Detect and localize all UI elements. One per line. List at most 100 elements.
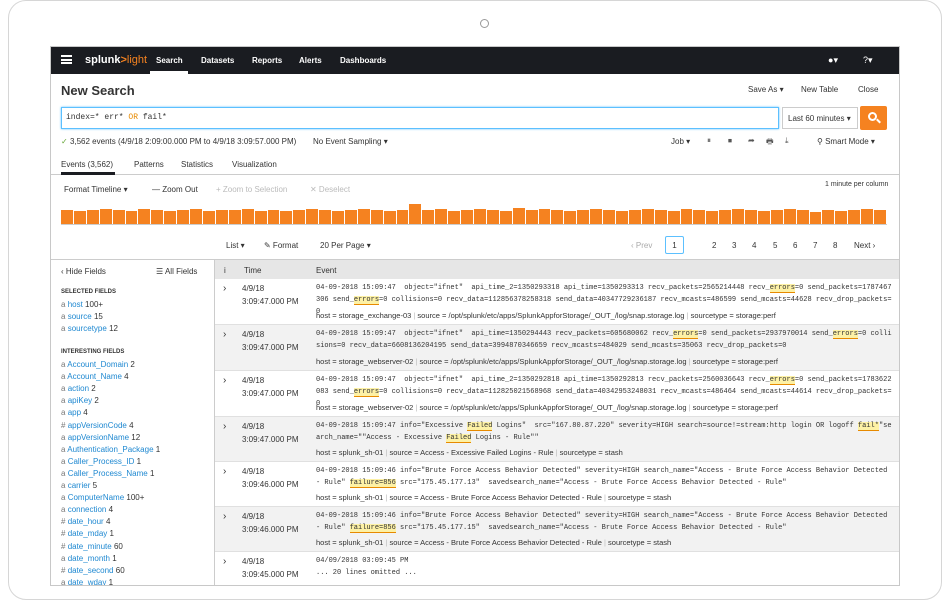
page-5-button[interactable]: 5 [773,241,777,250]
field-item[interactable]: a apiKey 2 [61,396,99,405]
timeline-bar[interactable] [306,209,319,224]
menu-icon[interactable] [61,55,72,64]
timeline-bar[interactable] [461,210,473,224]
timeline-bar[interactable] [693,210,706,224]
host-value[interactable]: splunk_sh-01 [339,493,384,502]
field-item[interactable]: # date_minute 60 [61,542,123,551]
timeline-bar[interactable] [448,211,461,224]
print-icon[interactable]: 🖶 [766,136,774,150]
nav-dashboards[interactable]: Dashboards [340,56,386,65]
timeline-bar[interactable] [628,210,641,224]
field-item[interactable]: # date_mday 1 [61,529,114,538]
search-input[interactable]: index=* err* OR fail* [61,107,779,129]
timeline-bar[interactable] [370,210,383,224]
timeline-bar[interactable] [564,211,577,224]
timeline-bar[interactable] [396,210,409,224]
expand-chevron-icon[interactable]: › [223,556,226,567]
format-button[interactable]: ✎ Format [264,241,298,250]
timeline-bar[interactable] [177,210,190,224]
event-row[interactable]: › 4/9/18 3:09:46.000 PM 04-09-2018 15:09:46… [215,462,899,507]
timeline-bar[interactable] [241,209,254,224]
tab-visualization[interactable]: Visualization [232,160,277,169]
event-timeline[interactable] [61,197,887,225]
user-menu[interactable]: ●▾ [828,55,838,66]
time-column-header[interactable]: Time [244,266,261,275]
expand-chevron-icon[interactable]: › [223,466,226,477]
timeline-bar[interactable] [280,211,293,224]
timeline-bar[interactable] [667,211,680,224]
timeline-bar[interactable] [719,210,732,224]
page-1-button[interactable]: 1 [665,236,684,254]
expand-chevron-icon[interactable]: › [223,421,226,432]
nav-reports[interactable]: Reports [252,56,282,65]
timeline-bar[interactable] [138,209,151,224]
expand-chevron-icon[interactable]: › [223,283,226,294]
nav-search[interactable]: Search [156,56,183,65]
list-view-dropdown[interactable]: List ▾ [226,241,245,250]
sourcetype-value[interactable]: stash [653,538,671,547]
event-raw-text[interactable]: 04/09/2018 03:09:45 PM ... 20 lines omit… [316,555,894,579]
field-item[interactable]: a date_month 1 [61,554,117,563]
timeline-bar[interactable] [125,211,138,224]
tab-patterns[interactable]: Patterns [134,160,164,169]
host-value[interactable]: splunk_sh-01 [339,448,384,457]
timeline-bar[interactable] [770,210,783,224]
timeline-bar[interactable] [190,209,202,224]
nav-datasets[interactable]: Datasets [201,56,234,65]
search-button[interactable] [860,106,887,130]
source-value[interactable]: /opt/splunk/etc/apps/SplunkAppforStorage… [449,311,685,320]
sourcetype-value[interactable]: storage:perf [736,311,776,320]
page-3-button[interactable]: 3 [732,241,736,250]
timeline-bar[interactable] [409,204,422,224]
expand-chevron-icon[interactable]: › [223,511,226,522]
timeline-bar[interactable] [254,211,267,224]
all-fields-button[interactable]: ☰ All Fields [156,267,197,276]
timeline-bar[interactable] [822,210,835,224]
timeline-bar[interactable] [164,211,177,224]
help-menu[interactable]: ?▾ [863,55,873,66]
source-value[interactable]: Access - Brute Force Access Behavior Det… [420,538,602,547]
event-sampling-dropdown[interactable]: No Event Sampling ▾ [313,137,388,146]
field-item[interactable]: a host 100+ [61,300,103,309]
timeline-bar[interactable] [732,209,745,224]
field-item[interactable]: a app 4 [61,408,88,417]
expand-chevron-icon[interactable]: › [223,375,226,386]
timeline-bar[interactable] [267,210,280,224]
timeline-bar[interactable] [680,209,693,224]
timeline-bar[interactable] [551,210,564,224]
host-value[interactable]: storage_exchange-03 [339,311,412,320]
timeline-bar[interactable] [745,210,757,224]
timeline-bar[interactable] [73,211,86,224]
page-7-button[interactable]: 7 [813,241,817,250]
new-table-button[interactable]: New Table [801,85,838,94]
field-item[interactable]: a connection 4 [61,505,113,514]
timeline-bar[interactable] [344,210,357,224]
timeline-bar[interactable] [861,209,874,224]
timeline-bar[interactable] [332,211,344,224]
event-raw-text[interactable]: 04-09-2018 15:09:47 object="ifnet" api_t… [316,328,894,352]
timeline-bar[interactable] [525,210,538,224]
timeline-bar[interactable] [615,211,628,224]
timeline-bar[interactable] [151,210,164,224]
timeline-bar[interactable] [809,212,822,224]
zoom-out-button[interactable]: — Zoom Out [152,185,198,194]
timeline-bar[interactable] [319,210,332,224]
timeline-bar[interactable] [61,210,73,224]
field-item[interactable]: a ComputerName 100+ [61,493,144,502]
field-item[interactable]: a appVersionName 12 [61,433,140,442]
job-menu[interactable]: Job ▾ [671,137,690,146]
save-as-button[interactable]: Save As ▾ [748,85,784,94]
timeline-bar[interactable] [435,209,448,224]
page-8-button[interactable]: 8 [833,241,837,250]
deselect-button[interactable]: ✕ Deselect [310,185,350,194]
close-button[interactable]: Close [858,85,878,94]
timeline-bar[interactable] [835,211,848,224]
timeline-bar[interactable] [538,209,551,224]
export-icon[interactable]: ⤓ [785,136,789,146]
stop-icon[interactable]: ⏹ [728,136,732,146]
zoom-to-selection-button[interactable]: + Zoom to Selection [216,185,287,194]
field-item[interactable]: a action 2 [61,384,96,393]
splunk-logo[interactable]: splunk>light [85,54,147,66]
pause-icon[interactable]: ⏸ [707,136,711,146]
source-value[interactable]: /opt/splunk/etc/apps/SplunkAppforStorage… [451,403,687,412]
